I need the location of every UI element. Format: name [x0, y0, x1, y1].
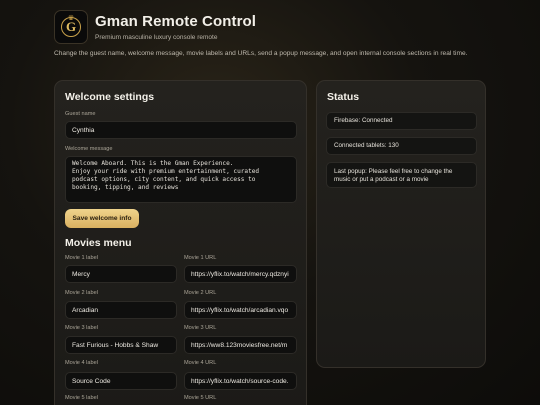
- movie-1-label-caption: Movie 1 label: [65, 255, 98, 261]
- status-heading: Status: [327, 91, 360, 103]
- movie-3-url-input[interactable]: https://ww8.123moviesfree.net/m: [184, 336, 297, 354]
- movie-2-url-caption: Movie 2 URL: [184, 290, 217, 296]
- movie-5-label-caption: Movie 5 label: [65, 395, 98, 401]
- movie-2-label-input[interactable]: Arcadian: [65, 301, 177, 319]
- intro-text: Change the guest name, welcome message, …: [54, 50, 468, 57]
- save-welcome-button[interactable]: Save welcome info: [65, 209, 139, 228]
- movie-5-url-caption: Movie 5 URL: [184, 395, 217, 401]
- last-popup-status: Last popup: Please feel free to change t…: [326, 162, 477, 188]
- movie-2-label-caption: Movie 2 label: [65, 290, 98, 296]
- welcome-heading: Welcome settings: [65, 91, 155, 103]
- status-card: Status Firebase: Connected Connected tab…: [316, 80, 486, 368]
- firebase-status: Firebase: Connected: [326, 112, 477, 130]
- movie-1-url-input[interactable]: https://yflix.to/watch/mercy.qdznyi: [184, 265, 297, 283]
- movie-4-url-caption: Movie 4 URL: [184, 360, 217, 366]
- movie-3-url-caption: Movie 3 URL: [184, 325, 217, 331]
- movie-2-url-input[interactable]: https://yflix.to/watch/arcadian.vqo: [184, 301, 297, 319]
- gman-logo: ♛ G: [54, 10, 88, 44]
- tablets-status: Connected tablets: 130: [326, 137, 477, 155]
- app-header: ♛ G Gman Remote Control Premium masculin…: [54, 10, 256, 44]
- guest-name-label: Guest name: [65, 111, 96, 117]
- movie-3-label-caption: Movie 3 label: [65, 325, 98, 331]
- settings-card: Welcome settings Guest name Cynthia Welc…: [54, 80, 307, 405]
- welcome-message-label: Welcome message: [65, 146, 113, 152]
- movie-4-label-caption: Movie 4 label: [65, 360, 98, 366]
- movie-4-url-input[interactable]: https://yflix.to/watch/source-code.: [184, 372, 297, 390]
- app-title: Gman Remote Control: [95, 13, 257, 30]
- crown-icon: ♛: [67, 15, 75, 22]
- movie-4-label-input[interactable]: Source Code: [65, 372, 177, 390]
- movies-heading: Movies menu: [65, 237, 132, 249]
- guest-name-input[interactable]: Cynthia: [65, 121, 297, 139]
- movie-3-label-input[interactable]: Fast Furious - Hobbs & Shaw: [65, 336, 177, 354]
- welcome-message-textarea[interactable]: Welcome Aboard. This is the Gman Experie…: [65, 156, 297, 203]
- movie-1-label-input[interactable]: Mercy: [65, 265, 177, 283]
- movie-1-url-caption: Movie 1 URL: [184, 255, 217, 261]
- app-subtitle: Premium masculine luxury console remote: [95, 34, 218, 41]
